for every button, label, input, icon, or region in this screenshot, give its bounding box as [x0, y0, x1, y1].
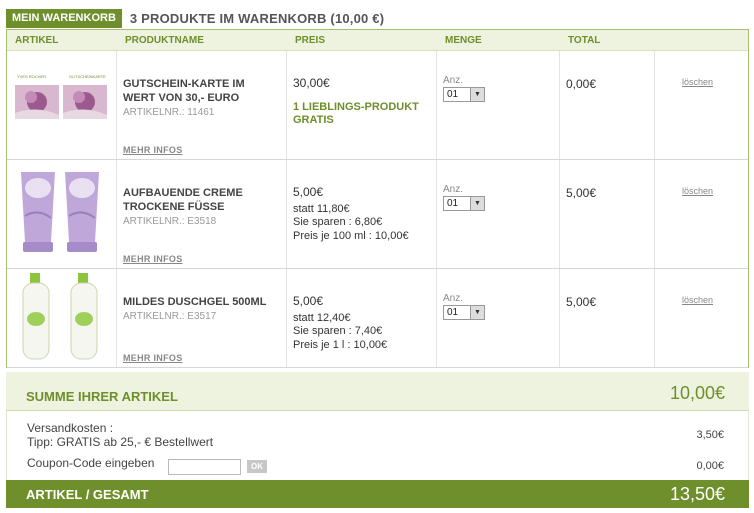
- foot-cream-image[interactable]: [15, 166, 107, 256]
- delete-link[interactable]: löschen: [682, 295, 713, 305]
- total-cell: 0,00€: [560, 51, 655, 159]
- product-name[interactable]: MILDES DUSCHGEL 500ML ARTIKELNR.: E3517: [123, 295, 278, 324]
- quantity-label: Anz.: [443, 184, 464, 195]
- col-preis: PREIS: [295, 35, 326, 46]
- quantity-select[interactable]: 01 ▼: [443, 87, 485, 102]
- grand-total-label: ARTIKEL / GESAMT: [26, 486, 149, 502]
- cart-table: ARTIKEL PRODUKTNAME PREIS MENGE TOTAL YV…: [6, 29, 749, 368]
- unit-price: Preis je 1 l : 10,00€: [293, 338, 388, 351]
- delete-link[interactable]: löschen: [682, 77, 713, 87]
- cart-badge: MEIN WARENKORB: [6, 8, 122, 28]
- table-row: YVES ROCHER GUTSCHEINKARTE GUTSCHEIN-KAR…: [7, 51, 748, 160]
- price: 30,00€: [293, 76, 330, 90]
- shipping-tip: Tipp: GRATIS ab 25,- € Bestellwert: [27, 435, 214, 449]
- savings: Sie sparen : 6,80€: [293, 216, 383, 228]
- product-name[interactable]: AUFBAUENDE CREME TROCKENE FÜSSE ARTIKELN…: [123, 186, 278, 229]
- quantity-cell: Anz. 01 ▼: [437, 160, 560, 268]
- col-menge: MENGE: [445, 35, 482, 46]
- product-image-cell: [7, 269, 117, 367]
- more-info-link[interactable]: MEHR INFOS: [123, 353, 183, 363]
- subtotal-row: SUMME IHRER ARTIKEL 10,00€: [6, 372, 749, 411]
- product-image-cell: YVES ROCHER GUTSCHEINKARTE: [7, 51, 117, 159]
- article-number: ARTIKELNR.: E3517: [123, 311, 217, 322]
- action-cell: löschen: [655, 160, 748, 268]
- promo-text: 1 LIEBLINGS-PRODUKT GRATIS: [293, 100, 419, 126]
- total-cell: 5,00€: [560, 160, 655, 268]
- col-total: TOTAL: [568, 35, 601, 46]
- total-cell: 5,00€: [560, 269, 655, 367]
- action-cell: löschen: [655, 269, 748, 367]
- col-produktname: PRODUKTNAME: [125, 35, 204, 46]
- line-total: 5,00€: [566, 295, 597, 309]
- quantity-label: Anz.: [443, 293, 464, 304]
- price-cell: 30,00€ 1 LIEBLINGS-PRODUKT GRATIS: [287, 51, 437, 159]
- product-name[interactable]: GUTSCHEIN-KARTE IM WERT VON 30,- EURO AR…: [123, 77, 278, 120]
- coupon-label: Coupon-Code eingeben: [27, 456, 155, 470]
- product-name-cell: AUFBAUENDE CREME TROCKENE FÜSSE ARTIKELN…: [117, 160, 287, 268]
- quantity-cell: Anz. 01 ▼: [437, 269, 560, 367]
- action-cell: löschen: [655, 51, 748, 159]
- grand-total-row: ARTIKEL / GESAMT 13,50€: [6, 480, 749, 508]
- subtotal-label: SUMME IHRER ARTIKEL: [26, 389, 178, 404]
- unit-price: Preis je 100 ml : 10,00€: [293, 229, 409, 242]
- quantity-value: 01: [447, 89, 459, 100]
- coupon-input[interactable]: [168, 459, 241, 475]
- table-row: MILDES DUSCHGEL 500ML ARTIKELNR.: E3517 …: [7, 269, 748, 368]
- quantity-label: Anz.: [443, 75, 464, 86]
- price: 5,00€: [293, 294, 324, 308]
- line-total: 5,00€: [566, 186, 597, 200]
- shipping-label: Versandkosten :: [27, 421, 114, 435]
- svg-text:GUTSCHEINKARTE: GUTSCHEINKARTE: [69, 74, 106, 79]
- original-price: statt 11,80€: [293, 202, 350, 215]
- col-actions: [655, 30, 748, 50]
- gift-card-image[interactable]: YVES ROCHER GUTSCHEINKARTE: [15, 69, 107, 141]
- product-name-cell: MILDES DUSCHGEL 500ML ARTIKELNR.: E3517 …: [117, 269, 287, 367]
- cart-heading: 3 PRODUKTE IM WARENKORB (10,00 €): [129, 10, 385, 26]
- quantity-value: 01: [447, 198, 459, 209]
- article-number: ARTIKELNR.: 11461: [123, 107, 215, 118]
- quantity-select[interactable]: 01 ▼: [443, 305, 485, 320]
- col-artikel: ARTIKEL: [15, 35, 59, 46]
- product-name-cell: GUTSCHEIN-KARTE IM WERT VON 30,- EURO AR…: [117, 51, 287, 159]
- savings: Sie sparen : 7,40€: [293, 325, 383, 337]
- delete-link[interactable]: löschen: [682, 186, 713, 196]
- quantity-cell: Anz. 01 ▼: [437, 51, 560, 159]
- price-cell: 5,00€ statt 11,80€ Sie sparen : 6,80€ Pr…: [287, 160, 437, 268]
- chevron-down-icon[interactable]: ▼: [470, 88, 484, 101]
- cart-header: MEIN WARENKORB 3 PRODUKTE IM WARENKORB (…: [6, 8, 384, 28]
- order-summary: SUMME IHRER ARTIKEL 10,00€ Versandkosten…: [6, 372, 749, 508]
- subtotal-value: 10,00€: [669, 383, 725, 403]
- original-price: statt 12,40€: [293, 311, 351, 324]
- grand-total-value: 13,50€: [669, 483, 725, 504]
- article-number: ARTIKELNR.: E3518: [123, 216, 217, 227]
- product-image-cell: [7, 160, 117, 268]
- shipping-section: Versandkosten : Tipp: GRATIS ab 25,- € B…: [6, 411, 749, 480]
- line-total: 0,00€: [566, 77, 597, 91]
- more-info-link[interactable]: MEHR INFOS: [123, 145, 183, 155]
- coupon-value: 0,00€: [696, 460, 724, 472]
- table-header: ARTIKEL PRODUKTNAME PREIS MENGE TOTAL: [7, 30, 748, 51]
- shipping-value: 3,50€: [696, 429, 724, 441]
- quantity-value: 01: [447, 307, 459, 318]
- chevron-down-icon[interactable]: ▼: [470, 197, 484, 210]
- shower-gel-image[interactable]: [15, 273, 107, 363]
- product-name-text[interactable]: AUFBAUENDE CREME TROCKENE FÜSSE: [123, 187, 243, 213]
- coupon-ok-button[interactable]: OK: [247, 460, 267, 473]
- product-name-text[interactable]: GUTSCHEIN-KARTE IM WERT VON 30,- EURO: [123, 78, 245, 104]
- price: 5,00€: [293, 185, 324, 199]
- table-row: AUFBAUENDE CREME TROCKENE FÜSSE ARTIKELN…: [7, 160, 748, 269]
- product-name-text[interactable]: MILDES DUSCHGEL 500ML: [123, 296, 266, 308]
- chevron-down-icon[interactable]: ▼: [470, 306, 484, 319]
- price-cell: 5,00€ statt 12,40€ Sie sparen : 7,40€ Pr…: [287, 269, 437, 367]
- svg-text:YVES ROCHER: YVES ROCHER: [17, 74, 46, 79]
- quantity-select[interactable]: 01 ▼: [443, 196, 485, 211]
- more-info-link[interactable]: MEHR INFOS: [123, 254, 183, 264]
